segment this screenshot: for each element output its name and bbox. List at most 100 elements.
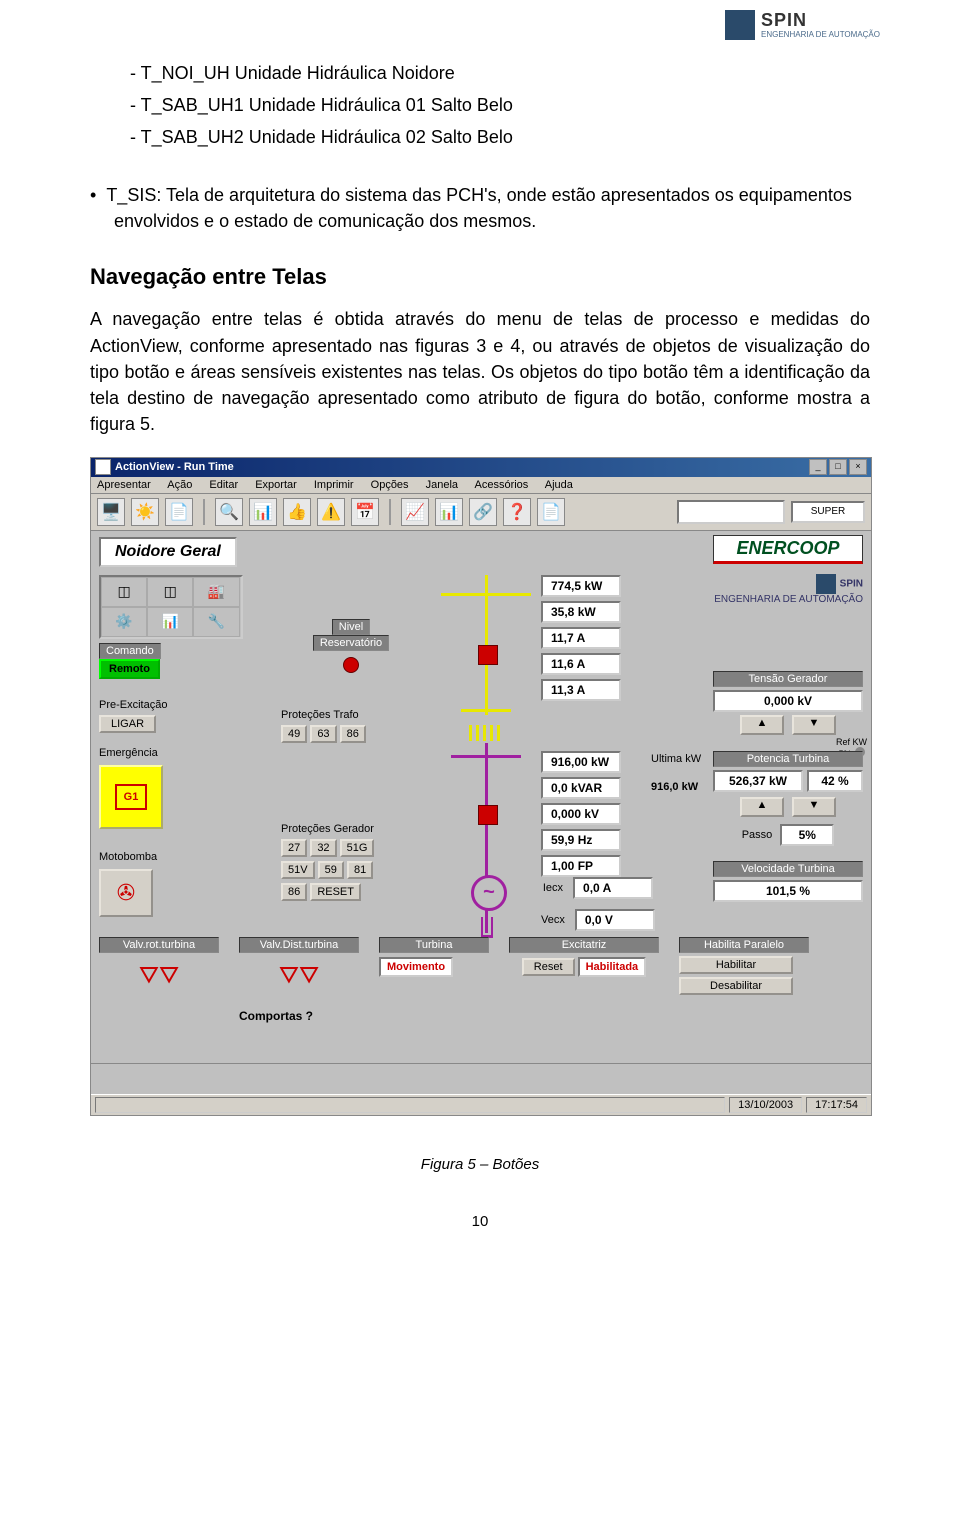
prot-button[interactable]: 51G — [340, 839, 375, 857]
reset-button[interactable]: Reset — [522, 958, 575, 976]
ger-label: Proteções Gerador — [281, 823, 431, 835]
warning-icon[interactable]: ⚠️ — [317, 498, 345, 526]
maximize-button[interactable]: □ — [829, 459, 847, 475]
label: Velocidade Turbina — [713, 861, 863, 877]
down-button[interactable]: ▼ — [792, 797, 836, 817]
tensao-gerador: Tensão Gerador 0,000 kV ▲ ▼ — [713, 671, 863, 735]
value-pct: 42 % — [807, 770, 863, 792]
nivel-label1: Nivel — [332, 619, 370, 635]
bullet-list: T_SIS: Tela de arquitetura do sistema da… — [90, 182, 870, 234]
toolbar-icon[interactable]: 📄 — [165, 498, 193, 526]
protecoes-gerador: Proteções Gerador 27 32 51G 51V 59 81 86… — [281, 823, 431, 901]
toolbar-icon[interactable]: 🖥️ — [97, 498, 125, 526]
titlebar: ActionView - Run Time _ □ × — [91, 458, 871, 477]
motobomba-icon[interactable]: ✇ — [99, 869, 153, 917]
menu-item[interactable]: Imprimir — [314, 479, 354, 491]
dash-item: T_NOI_UH Unidade Hidráulica Noidore — [130, 60, 870, 86]
up-button[interactable]: ▲ — [740, 715, 784, 735]
prot-button[interactable]: 49 — [281, 725, 307, 743]
emergency-button[interactable]: G1 — [99, 765, 163, 829]
menu-item[interactable]: Editar — [209, 479, 238, 491]
brand-name: SPIN — [761, 11, 880, 31]
brand-sub: ENGENHARIA DE AUTOMAÇÃO — [761, 31, 880, 40]
prot-button[interactable]: 63 — [310, 725, 336, 743]
screen-nav-panel: ◫ ◫ 🏭 ⚙️ 📊 🔧 — [99, 575, 243, 639]
excitation-readings: Iecx0,0 A Vecx0,0 V — [541, 877, 655, 931]
value: 916,00 kW — [541, 751, 621, 773]
bullet-item: T_SIS: Tela de arquitetura do sistema da… — [90, 182, 870, 234]
section-paragraph: A navegação entre telas é obtida através… — [90, 306, 870, 436]
nav-icon[interactable]: ◫ — [101, 577, 147, 607]
menu-item[interactable]: Exportar — [255, 479, 297, 491]
toolbar: 🖥️ ☀️ 📄 🔍 📊 👍 ⚠️ 📅 📈 📊 🔗 ❓ 📄 SUPER — [91, 494, 871, 531]
toolbar-icon[interactable]: 📊 — [249, 498, 277, 526]
menu-item[interactable]: Apresentar — [97, 479, 151, 491]
nav-icon[interactable]: ◫ — [147, 577, 193, 607]
window-title: ActionView - Run Time — [115, 461, 809, 473]
label: Tensão Gerador — [713, 671, 863, 687]
minimize-button[interactable]: _ — [809, 459, 827, 475]
valve-icon[interactable]: ⛛⛛ — [279, 959, 319, 993]
desabilitar-button[interactable]: Desabilitar — [679, 977, 793, 995]
nivel-label2: Reservatório — [313, 635, 389, 651]
prot-button[interactable]: 27 — [281, 839, 307, 857]
chart-icon[interactable]: 📈 — [401, 498, 429, 526]
level-indicator-icon — [343, 657, 359, 673]
nav-icon[interactable]: 🔧 — [193, 607, 239, 637]
bottom-controls: Valv.rot.turbina ⛛⛛ Valv.Dist.turbina ⛛⛛… — [99, 937, 863, 1023]
value: 0,000 kV — [541, 803, 621, 825]
breaker-icon[interactable] — [478, 805, 498, 825]
label: Valv.Dist.turbina — [239, 937, 359, 953]
chart-icon[interactable]: 📊 — [435, 498, 463, 526]
value: 0,000 kV — [713, 690, 863, 712]
habilitar-button[interactable]: Habilitar — [679, 956, 793, 974]
reset-button[interactable]: RESET — [310, 883, 361, 901]
logo-square-icon — [725, 10, 755, 40]
prot-button[interactable]: 32 — [310, 839, 336, 857]
user-field[interactable] — [677, 500, 785, 524]
value: 774,5 kW — [541, 575, 621, 597]
value: 101,5 % — [713, 880, 863, 902]
menu-item[interactable]: Opções — [371, 479, 409, 491]
prot-button[interactable]: 51V — [281, 861, 315, 879]
value: 11,3 A — [541, 679, 621, 701]
down-button[interactable]: ▼ — [792, 715, 836, 735]
status-time: 17:17:54 — [806, 1097, 867, 1113]
up-button[interactable]: ▲ — [740, 797, 784, 817]
comportas-label: Comportas ? — [239, 1009, 359, 1023]
sun-icon[interactable]: ☀️ — [131, 498, 159, 526]
menu-item[interactable]: Ação — [167, 479, 192, 491]
menu-item[interactable]: Acessórios — [475, 479, 529, 491]
menu-item[interactable]: Ajuda — [545, 479, 573, 491]
remoto-button[interactable]: Remoto — [99, 659, 160, 679]
menu-item[interactable]: Janela — [426, 479, 458, 491]
search-icon[interactable]: 🔍 — [215, 498, 243, 526]
label: Excitatriz — [509, 937, 659, 953]
value: 1,00 FP — [541, 855, 621, 877]
nav-icon[interactable]: ⚙️ — [101, 607, 147, 637]
value: 0,0 V — [575, 909, 655, 931]
nav-icon[interactable]: 🏭 — [193, 577, 239, 607]
habilitada-indicator: Habilitada — [578, 957, 647, 977]
ligar-button[interactable]: LIGAR — [99, 715, 156, 733]
generator-readings: 916,00 kW 0,0 kVAR 0,000 kV 59,9 Hz 1,00… — [541, 751, 621, 881]
label: Valv.rot.turbina — [99, 937, 219, 953]
thumb-icon[interactable]: 👍 — [283, 498, 311, 526]
prot-button[interactable]: 86 — [281, 883, 307, 901]
process-canvas: Noidore Geral ◫ ◫ 🏭 ⚙️ 📊 🔧 Comando Remot… — [91, 531, 871, 1063]
motobomba-section: Motobomba ✇ — [99, 851, 157, 917]
prot-button[interactable]: 59 — [318, 861, 344, 879]
transformer-readings: 774,5 kW 35,8 kW 11,7 A 11,6 A 11,3 A — [541, 575, 621, 705]
state-indicator: Movimento — [379, 957, 453, 977]
doc-icon[interactable]: 📄 — [537, 498, 565, 526]
valve-icon[interactable]: ⛛⛛ — [139, 959, 179, 993]
close-button[interactable]: × — [849, 459, 867, 475]
prot-button[interactable]: 81 — [347, 861, 373, 879]
calendar-icon[interactable]: 📅 — [351, 498, 379, 526]
value: 11,6 A — [541, 653, 621, 675]
breaker-icon[interactable] — [478, 645, 498, 665]
prot-button[interactable]: 86 — [340, 725, 366, 743]
nav-icon[interactable]: 📊 — [147, 607, 193, 637]
help-icon[interactable]: ❓ — [503, 498, 531, 526]
link-icon[interactable]: 🔗 — [469, 498, 497, 526]
